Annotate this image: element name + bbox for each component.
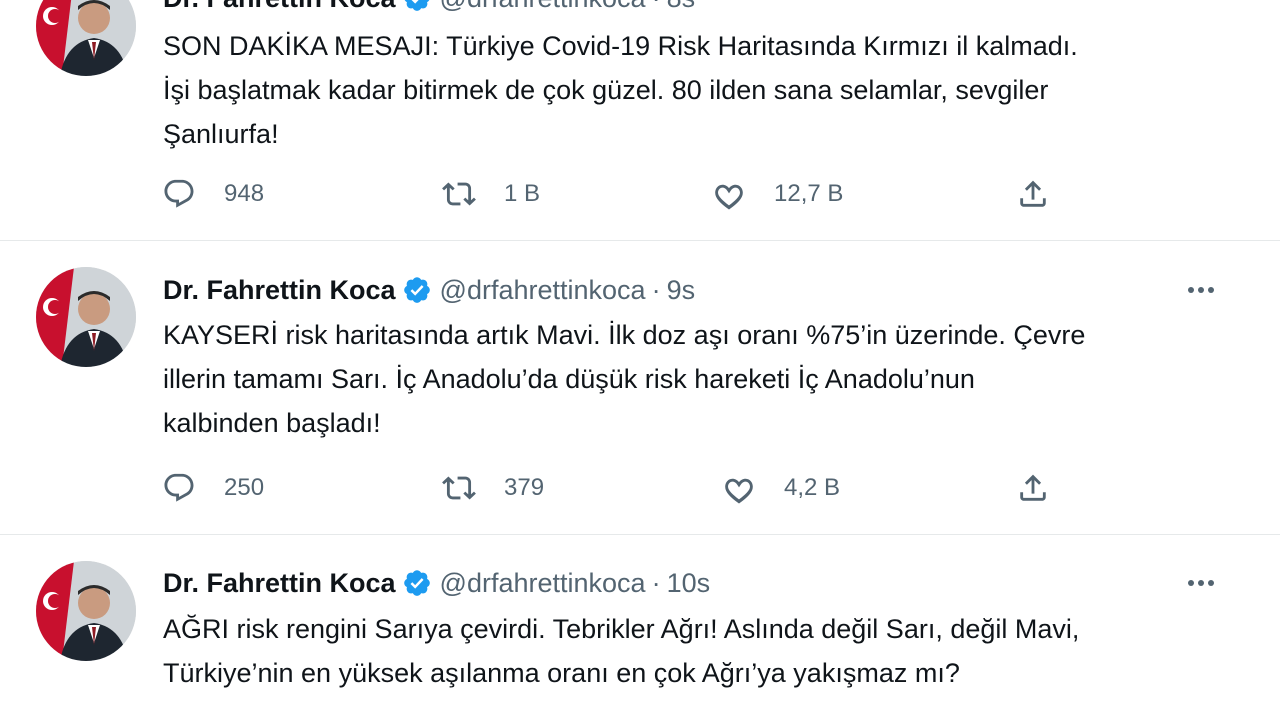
- separator-dot: ·: [652, 0, 661, 14]
- retweet-button[interactable]: 379: [442, 468, 544, 508]
- more-options-icon[interactable]: [1183, 278, 1219, 302]
- tweet-header: Dr. Fahrettin Koca @drfahrettinkoca · 10…: [163, 563, 710, 603]
- tweet-actions: 250 379 4,2 B: [160, 468, 1060, 508]
- like-count: 4,2 B: [784, 474, 841, 501]
- reply-count: 250: [224, 474, 265, 501]
- handle[interactable]: @drfahrettinkoca: [440, 275, 646, 306]
- like-button[interactable]: 12,7 B: [712, 174, 843, 214]
- more-options-icon[interactable]: [1183, 571, 1219, 595]
- display-name[interactable]: Dr. Fahrettin Koca: [163, 275, 396, 306]
- retweet-icon: [442, 177, 476, 211]
- like-count: 12,7 B: [774, 180, 844, 207]
- reply-button[interactable]: 948: [162, 174, 264, 214]
- tweet-text: SON DAKİKA MESAJI: Türkiye Covid-19 Risk…: [163, 31, 1078, 149]
- tweet-actions: 948 1 B 12,7 B: [160, 174, 1060, 214]
- like-icon: [722, 471, 756, 505]
- timestamp[interactable]: 8s: [667, 0, 696, 14]
- tweet-text: KAYSERİ risk haritasında artık Mavi. İlk…: [163, 320, 1086, 438]
- avatar-image: [36, 267, 136, 367]
- avatar[interactable]: [36, 267, 136, 367]
- retweet-button[interactable]: 1 B: [442, 174, 540, 214]
- share-button[interactable]: [1016, 174, 1050, 214]
- reply-count: 948: [224, 180, 265, 207]
- tweet-feed: Dr. Fahrettin Koca @drfahrettinkoca · 8s…: [0, 0, 1280, 720]
- share-icon: [1016, 177, 1050, 211]
- verified-badge-icon: [402, 568, 432, 598]
- handle[interactable]: @drfahrettinkoca: [440, 0, 646, 14]
- display-name[interactable]: Dr. Fahrettin Koca: [163, 0, 396, 14]
- verified-badge-icon: [402, 275, 432, 305]
- like-button[interactable]: 4,2 B: [722, 468, 840, 508]
- handle[interactable]: @drfahrettinkoca: [440, 568, 646, 599]
- reply-button[interactable]: 250: [162, 468, 264, 508]
- separator-dot: ·: [651, 274, 661, 305]
- retweet-icon: [442, 471, 476, 505]
- display-name[interactable]: Dr. Fahrettin Koca: [163, 568, 396, 599]
- verified-badge-icon: [402, 0, 432, 13]
- avatar-image: [36, 0, 136, 76]
- tweet[interactable]: Dr. Fahrettin Koca @drfahrettinkoca · 10…: [0, 535, 1280, 720]
- tweet-header: Dr. Fahrettin Koca @drfahrettinkoca · 9s: [163, 270, 695, 310]
- timestamp[interactable]: 9s: [667, 275, 696, 306]
- reply-icon: [162, 177, 196, 211]
- share-button[interactable]: [1016, 468, 1050, 508]
- separator-dot: ·: [651, 567, 661, 598]
- avatar[interactable]: [36, 561, 136, 661]
- retweet-count: 379: [504, 474, 545, 501]
- reply-icon: [162, 471, 196, 505]
- avatar-image: [36, 561, 136, 661]
- tweet[interactable]: Dr. Fahrettin Koca @drfahrettinkoca · 8s…: [0, 0, 1280, 240]
- tweet-header: Dr. Fahrettin Koca @drfahrettinkoca · 8s: [163, 0, 695, 18]
- avatar[interactable]: [36, 0, 136, 76]
- retweet-count: 1 B: [504, 180, 541, 207]
- share-icon: [1016, 471, 1050, 505]
- tweet-text: AĞRI risk rengini Sarıya çevirdi. Tebrik…: [163, 614, 1080, 688]
- tweet[interactable]: Dr. Fahrettin Koca @drfahrettinkoca · 9s…: [0, 241, 1280, 534]
- timestamp[interactable]: 10s: [667, 568, 711, 599]
- like-icon: [712, 177, 746, 211]
